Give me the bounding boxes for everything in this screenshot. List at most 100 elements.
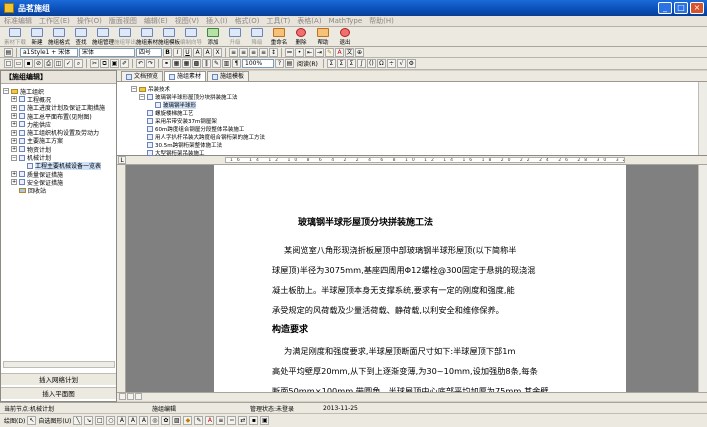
tree-item[interactable]: 工程主要机械设备一览表 — [3, 161, 115, 170]
permission-icon[interactable]: ⊘ — [34, 59, 43, 68]
menu-item[interactable]: 插入(I) — [206, 16, 228, 26]
exit-button[interactable]: 退出 — [334, 27, 356, 47]
delete-button[interactable]: 删除 — [290, 27, 312, 47]
material-item[interactable]: 采用吊带安装37m钢屋架 — [131, 117, 265, 125]
font-select[interactable]: 宋体 — [79, 47, 135, 57]
expand-icon[interactable]: + — [11, 146, 17, 153]
menu-item[interactable]: 版面视图 — [109, 16, 137, 26]
expand-icon[interactable]: + — [11, 179, 17, 186]
help-button[interactable]: 帮助 — [312, 27, 334, 47]
expand-icon[interactable]: + — [11, 104, 17, 111]
expand-icon[interactable]: + — [11, 137, 17, 144]
expand-icon[interactable]: + — [11, 113, 17, 120]
tree-item[interactable]: + 力能供应 — [3, 120, 115, 128]
tree-item[interactable]: + 主要施工方案 — [3, 137, 115, 145]
numbering-icon[interactable]: ≔ — [285, 47, 294, 57]
fraction-icon[interactable]: ÷ — [386, 59, 396, 68]
material-item[interactable]: 30.5m跨钢桁架整体施工法 — [131, 141, 265, 149]
shadow-icon[interactable]: ▪ — [249, 416, 259, 425]
expand-icon[interactable]: + — [11, 121, 17, 128]
show-hide-icon[interactable]: ¶ — [232, 59, 241, 68]
tree-item[interactable]: − 施工组织 — [3, 87, 115, 95]
omega-icon[interactable]: Ω — [376, 59, 386, 68]
document-area[interactable]: 玻璃钢半球形屋顶分块拼装施工法 某阅览室八角形现浇折板屋顶中部玻璃钢半球形屋顶(… — [126, 165, 698, 392]
horizontal-scrollbar[interactable] — [3, 361, 115, 368]
tree-item[interactable]: − 机械计划 — [3, 153, 115, 162]
highlight-icon[interactable]: ✎ — [325, 47, 334, 57]
rectangle-icon[interactable]: □ — [95, 416, 105, 425]
line-style-icon[interactable]: ≡ — [216, 416, 226, 425]
char-scale-icon[interactable]: X — [213, 47, 222, 57]
format-button[interactable]: 施组格式 — [48, 27, 70, 47]
new-button[interactable]: 新建 — [26, 27, 48, 47]
format-painter-icon[interactable]: ✐ — [120, 59, 129, 68]
insert-excel-icon[interactable]: ▩ — [192, 59, 201, 68]
insert-plan-view-button[interactable]: 插入平面图 — [1, 387, 116, 399]
underline-button[interactable]: U — [183, 47, 192, 57]
menu-item[interactable]: MathType — [329, 17, 363, 25]
line-color-icon[interactable]: ✎ — [194, 416, 204, 425]
wordart-icon[interactable]: A — [139, 416, 149, 425]
menu-item[interactable]: 格式(O) — [235, 16, 260, 26]
rename-button[interactable]: 重命名 — [268, 27, 290, 47]
decrease-indent-icon[interactable]: ⇤ — [305, 47, 314, 57]
tree-item[interactable]: + 物资计划 — [3, 145, 115, 153]
menu-item[interactable]: 操作(O) — [77, 16, 102, 26]
increase-indent-icon[interactable]: ⇥ — [315, 47, 324, 57]
vertical-textbox-icon[interactable]: A — [128, 416, 138, 425]
dash-style-icon[interactable]: ┅ — [227, 416, 237, 425]
new-doc-icon[interactable]: □ — [4, 59, 13, 68]
root-icon[interactable]: √ — [396, 59, 406, 68]
preview-icon[interactable]: ◫ — [54, 59, 63, 68]
columns-icon[interactable]: ‖ — [202, 59, 211, 68]
tree-item[interactable]: + 质量保证措施 — [3, 170, 115, 178]
menu-item[interactable]: 编辑(E) — [144, 16, 168, 26]
web-view-icon[interactable] — [127, 393, 134, 400]
material-button[interactable]: 施组素材 — [136, 27, 158, 47]
tree-item[interactable]: + 安全保证措施 — [3, 178, 115, 187]
gear-icon[interactable]: ⚙ — [406, 59, 416, 68]
char-border-icon[interactable]: A — [193, 47, 202, 57]
template-button[interactable]: 施组模板 — [158, 27, 180, 47]
italic-button[interactable]: I — [173, 47, 182, 57]
open-icon[interactable]: ▭ — [14, 59, 23, 68]
maximize-button[interactable]: □ — [674, 2, 688, 14]
arrow-style-icon[interactable]: ⇄ — [238, 416, 248, 425]
minimize-button[interactable]: _ — [658, 2, 672, 14]
read-icon[interactable]: ▤ — [285, 59, 294, 68]
zoom-select[interactable]: 100% — [242, 59, 274, 68]
equation-icon[interactable]: Σ — [336, 59, 346, 68]
drawing-icon[interactable]: ✎ — [212, 59, 221, 68]
add-button[interactable]: 添加 — [202, 27, 224, 47]
align-right-icon[interactable]: ≡ — [249, 47, 258, 57]
tab-stop-icon[interactable]: L — [118, 156, 126, 164]
close-button[interactable]: × — [690, 2, 704, 14]
tree-item[interactable]: + 施工组织机构设置及劳动力 — [3, 128, 115, 137]
help-icon[interactable]: ? — [275, 59, 284, 68]
tab-1[interactable]: 施组素材 — [164, 71, 207, 81]
font-color-icon[interactable]: A — [205, 416, 215, 425]
align-center-icon[interactable]: ≡ — [239, 47, 248, 57]
undo-icon[interactable]: ↶ — [136, 59, 145, 68]
collapse-icon[interactable]: − — [11, 154, 17, 161]
material-item[interactable]: 螺旋楼梯施工艺 — [131, 109, 265, 117]
redo-icon[interactable]: ↷ — [146, 59, 155, 68]
manage-button[interactable]: 施组管理 — [92, 27, 114, 47]
3d-icon[interactable]: ▣ — [260, 416, 270, 425]
cut-icon[interactable]: ✂ — [90, 59, 99, 68]
tab-2[interactable]: 施组模板 — [207, 71, 250, 81]
menu-item[interactable]: 表格(A) — [297, 16, 321, 26]
material-item[interactable]: − 吊装技术 — [131, 85, 265, 93]
material-item[interactable]: 玻璃钢半球形 — [131, 101, 265, 109]
select-objects-icon[interactable]: ↖ — [27, 416, 37, 425]
material-item[interactable]: 用人字扒杆吊装大跨度组合钢桁架的施工方法 — [131, 133, 265, 141]
print-view-icon[interactable] — [135, 393, 142, 400]
picture-icon[interactable]: ▨ — [172, 416, 182, 425]
wizard-button[interactable]: 编制向导 — [180, 27, 202, 47]
style-select[interactable]: a1Style1 + 宋体 — [20, 47, 78, 57]
encircle-icon[interactable]: ⊕ — [355, 47, 364, 57]
size-select[interactable]: 四号 — [136, 47, 162, 57]
menu-item[interactable]: 标准编辑 — [4, 16, 32, 26]
collapse-icon[interactable]: − — [139, 94, 145, 100]
line-icon[interactable]: ╲ — [73, 416, 83, 425]
